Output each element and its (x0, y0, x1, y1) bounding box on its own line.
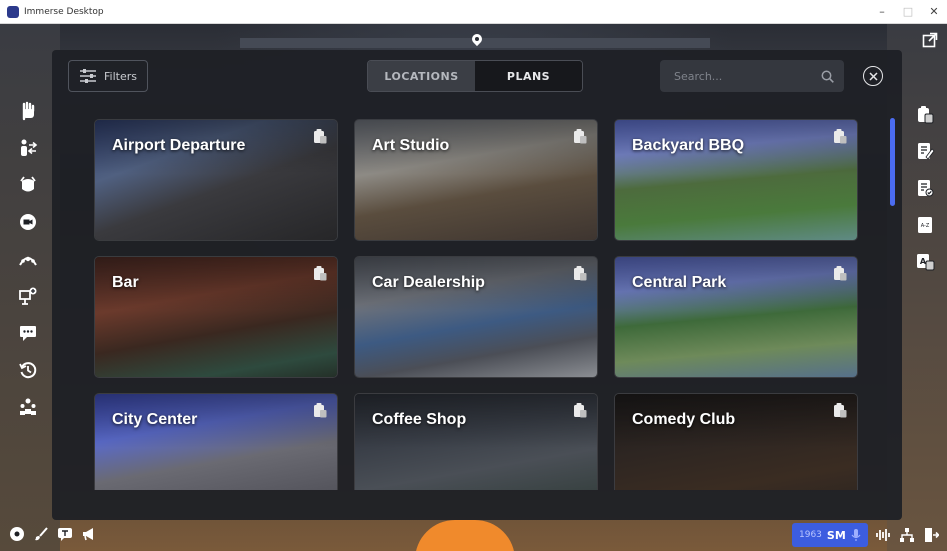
location-name: Central Park (632, 274, 727, 291)
network-icon[interactable] (898, 526, 916, 544)
window-title: Immerse Desktop (24, 6, 104, 17)
megaphone-icon[interactable] (80, 525, 98, 543)
right-toolbar: A-Z A (905, 95, 945, 280)
clipboard-icon[interactable] (573, 128, 587, 144)
vocabulary-icon[interactable]: A-Z (905, 206, 945, 243)
location-name: City Center (112, 411, 198, 428)
search-input[interactable] (674, 69, 821, 83)
switch-user-icon[interactable] (8, 129, 48, 166)
camera-icon[interactable] (8, 203, 48, 240)
locations-panel: Filters LOCATIONS PLANS Airport Departur… (52, 50, 902, 520)
translate-icon[interactable]: A (905, 243, 945, 280)
search-box (660, 60, 844, 92)
bottom-left-toolbar (8, 525, 98, 543)
clipboard-icon[interactable] (905, 95, 945, 132)
bottom-right-toolbar: 1963 SM (792, 523, 940, 547)
settings-icon[interactable] (8, 525, 26, 543)
filters-label: Filters (104, 69, 137, 83)
close-panel-button[interactable] (863, 66, 883, 86)
left-toolbar (8, 92, 48, 425)
window-close-button[interactable]: ✕ (921, 0, 947, 24)
location-name: Art Studio (372, 137, 450, 154)
locations-grid: Airport Departure Art Studio Backyard BB… (94, 119, 858, 490)
clipboard-icon[interactable] (573, 265, 587, 281)
location-card-airport-departure[interactable]: Airport Departure (94, 119, 338, 241)
location-name: Car Dealership (372, 274, 485, 291)
clipboard-icon[interactable] (313, 402, 327, 418)
emote-icon[interactable] (8, 166, 48, 203)
filters-button[interactable]: Filters (68, 60, 148, 92)
notes-edit-icon[interactable] (905, 132, 945, 169)
paint-brush-icon[interactable] (32, 525, 50, 543)
tab-plans[interactable]: PLANS (475, 61, 582, 91)
text-chat-icon[interactable] (56, 525, 74, 543)
popout-icon[interactable] (922, 32, 938, 48)
clipboard-icon[interactable] (573, 402, 587, 418)
history-icon[interactable] (8, 351, 48, 388)
raise-hand-icon[interactable] (8, 92, 48, 129)
location-card-comedy-club[interactable]: Comedy Club (614, 393, 858, 490)
audio-levels-icon[interactable] (874, 526, 892, 544)
chat-icon[interactable] (8, 314, 48, 351)
clipboard-icon[interactable] (313, 265, 327, 281)
clipboard-icon[interactable] (833, 265, 847, 281)
location-card-backyard-bbq[interactable]: Backyard BBQ (614, 119, 858, 241)
clipboard-icon[interactable] (833, 402, 847, 418)
clipboard-icon[interactable] (833, 128, 847, 144)
minimize-button[interactable]: – (869, 0, 895, 24)
checklist-icon[interactable] (905, 169, 945, 206)
user-initials: SM (826, 528, 846, 542)
user-status-badge[interactable]: 1963 SM (792, 523, 868, 547)
location-pin-icon[interactable] (470, 34, 484, 48)
vocabulary-icon-label: A-Z (921, 223, 930, 229)
location-card-car-dealership[interactable]: Car Dealership (354, 256, 598, 378)
location-name: Comedy Club (632, 411, 736, 428)
location-name: Airport Departure (112, 137, 246, 154)
presentation-icon[interactable] (8, 277, 48, 314)
location-card-art-studio[interactable]: Art Studio (354, 119, 598, 241)
app-logo-icon (7, 5, 19, 18)
filter-sliders-icon (80, 69, 96, 83)
grid-scrollbar[interactable] (890, 118, 895, 206)
location-card-city-center[interactable]: City Center (94, 393, 338, 490)
tab-locations[interactable]: LOCATIONS (368, 61, 475, 91)
location-card-bar[interactable]: Bar (94, 256, 338, 378)
title-bar: Immerse Desktop – □ ✕ (0, 0, 947, 24)
microphone-icon (851, 529, 861, 541)
gesture-icon[interactable] (8, 240, 48, 277)
location-card-central-park[interactable]: Central Park (614, 256, 858, 378)
view-tabs: LOCATIONS PLANS (367, 60, 583, 92)
exit-icon[interactable] (922, 526, 940, 544)
maximize-button[interactable]: □ (895, 0, 921, 24)
location-name: Bar (112, 274, 139, 291)
group-icon[interactable] (8, 388, 48, 425)
location-name: Backyard BBQ (632, 137, 745, 154)
close-icon (868, 71, 878, 81)
search-icon[interactable] (821, 70, 834, 83)
location-card-coffee-shop[interactable]: Coffee Shop (354, 393, 598, 490)
location-name: Coffee Shop (372, 411, 467, 428)
clipboard-icon[interactable] (313, 128, 327, 144)
status-count: 1963 (799, 530, 822, 540)
